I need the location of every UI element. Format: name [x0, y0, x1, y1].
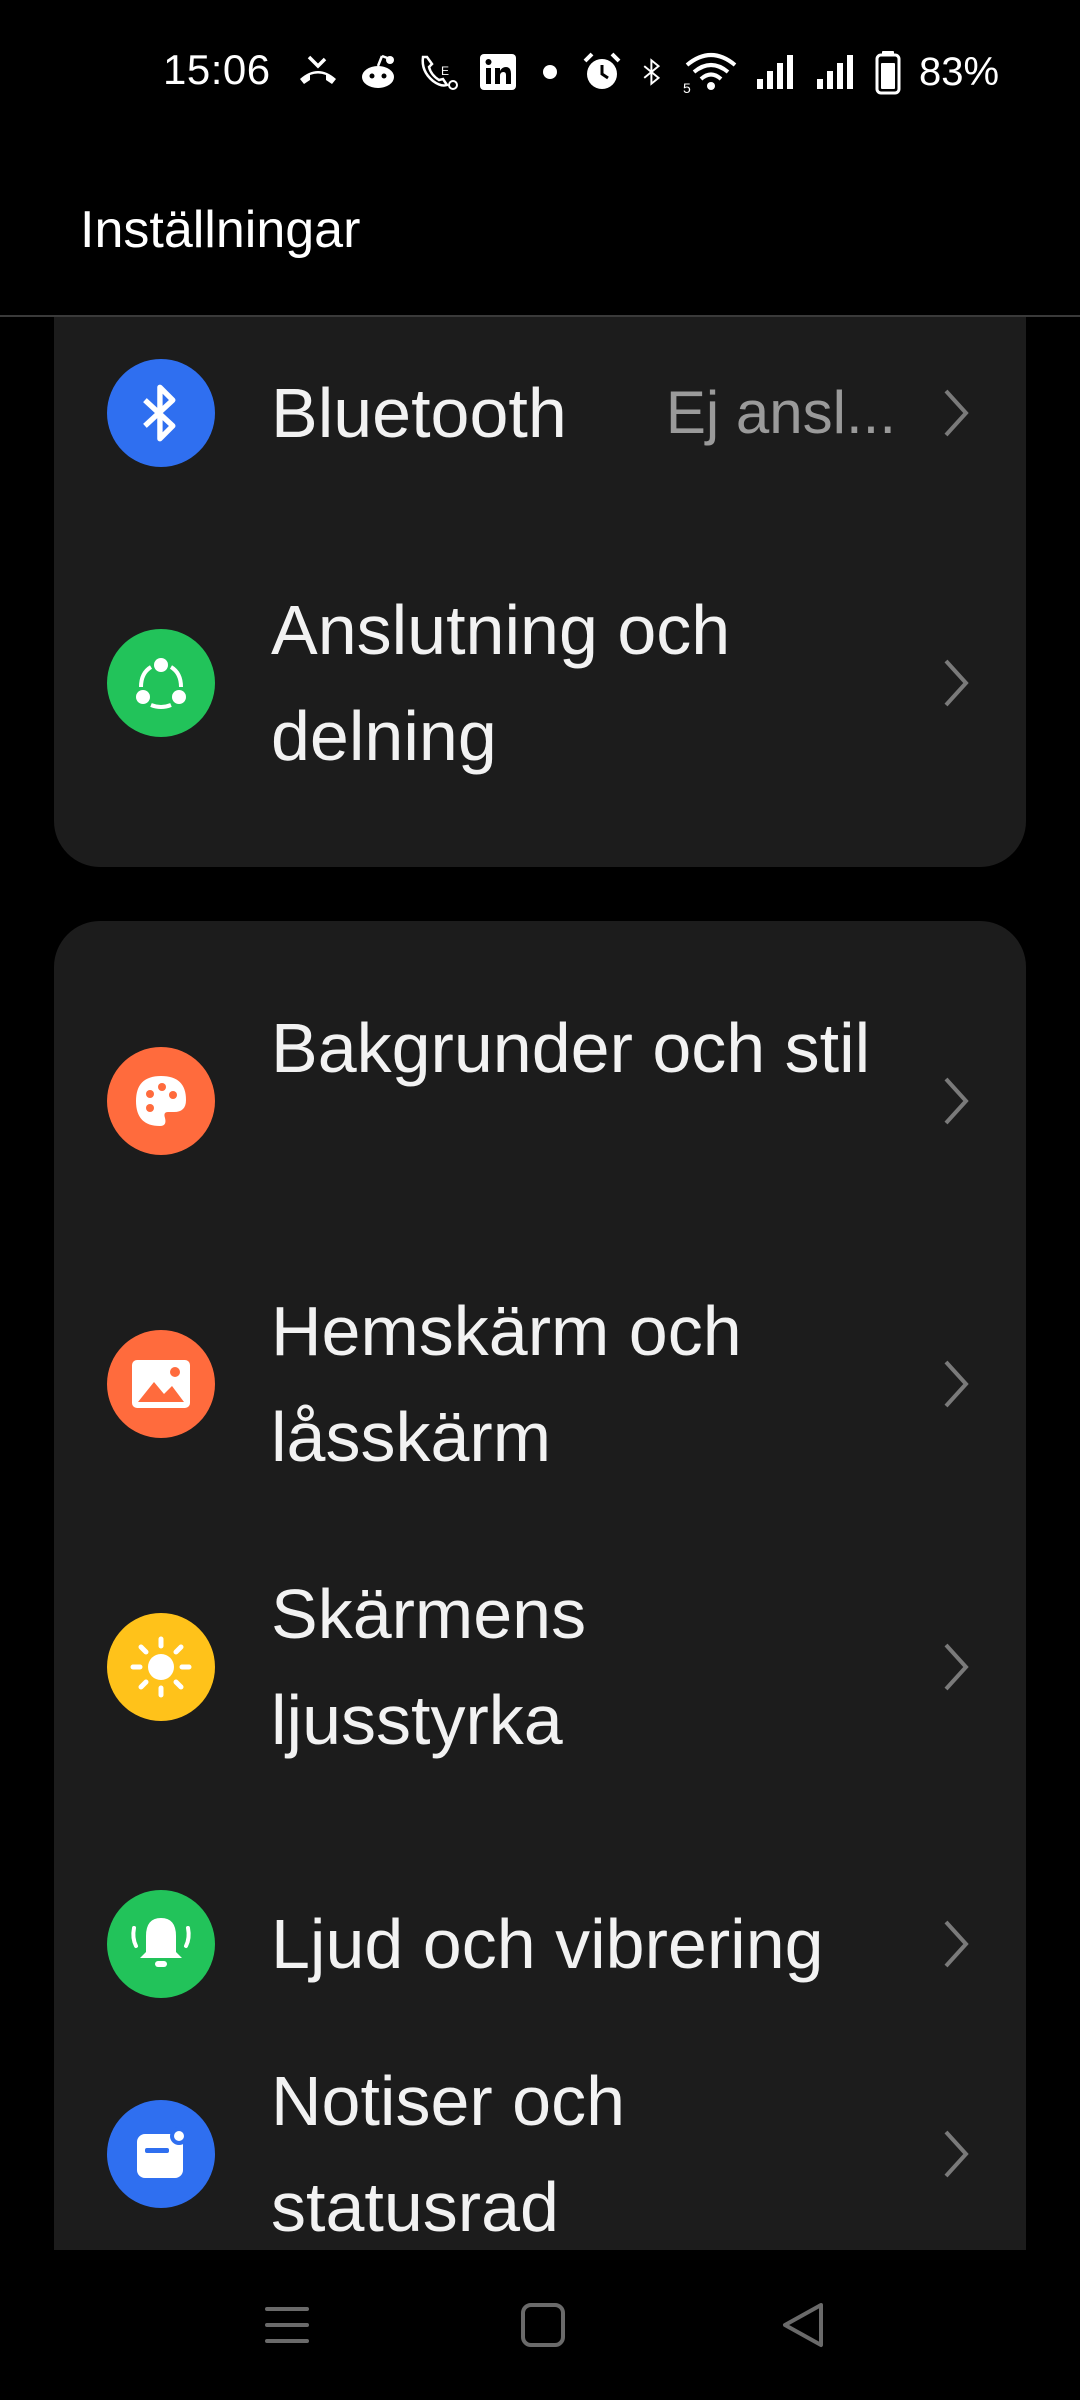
status-time: 15:06 — [163, 46, 271, 93]
chevron-right-icon — [944, 659, 969, 707]
wifi-icon: 5 — [683, 53, 737, 95]
brightness-label: Skärmens ljusstyrka — [271, 1575, 587, 1759]
settings-item-home-lock-screen[interactable]: Hemskärm och låsskärm — [54, 1278, 1026, 1490]
notifications-statusbar-label: Notiser och statusrad — [271, 2062, 626, 2246]
bell-icon — [107, 1890, 215, 1998]
wallpapers-style-label: Bakgrunder och stil — [271, 1009, 871, 1087]
sound-vibration-label: Ljud och vibrering — [271, 1905, 824, 1983]
signal-icon — [757, 55, 793, 89]
notification-dot-icon — [543, 65, 557, 79]
settings-item-sound-vibration[interactable]: Ljud och vibrering — [54, 1890, 1026, 1998]
chevron-right-icon — [944, 389, 969, 437]
call-forward-icon: E — [421, 55, 458, 90]
settings-item-wallpapers-style[interactable]: Bakgrunder och stil — [54, 995, 1026, 1207]
bluetooth-icon — [643, 58, 661, 86]
palette-icon — [107, 1047, 215, 1155]
chevron-right-icon — [944, 1920, 969, 1968]
home-lock-screen-label: Hemskärm och låsskärm — [271, 1292, 742, 1476]
bluetooth-status: Ej ansl... — [665, 379, 896, 446]
notification-icon — [107, 2100, 215, 2208]
chevron-right-icon — [944, 1360, 969, 1408]
settings-item-notifications-statusbar[interactable]: Notiser och statusrad — [54, 2048, 1026, 2251]
signal-icon — [817, 55, 853, 89]
linkedin-icon — [480, 54, 516, 90]
missed-call-icon — [300, 55, 336, 84]
connection-sharing-label: Anslutning och delning — [271, 591, 731, 775]
menu-icon[interactable] — [257, 2295, 317, 2355]
sun-icon — [107, 1613, 215, 1721]
battery-icon — [875, 51, 901, 95]
reddit-icon — [362, 54, 394, 88]
page-title: Inställningar — [80, 201, 361, 259]
bluetooth-icon — [107, 359, 215, 467]
image-icon — [107, 1330, 215, 1438]
settings-item-brightness[interactable]: Skärmens ljusstyrka — [54, 1561, 1026, 1773]
back-icon[interactable] — [773, 2295, 833, 2355]
chevron-right-icon — [944, 1077, 969, 1125]
svg-text:E: E — [441, 64, 449, 78]
svg-text:5: 5 — [683, 80, 691, 95]
home-icon[interactable] — [513, 2295, 573, 2355]
settings-group-display: Bakgrunder och stil Hemskärm och låsskär… — [54, 921, 1026, 2251]
settings-item-connection-sharing[interactable]: Anslutning och delning — [54, 577, 1026, 789]
share-connection-icon — [107, 629, 215, 737]
status-bar: 15:06 E 5 83% — [0, 0, 1080, 150]
navigation-bar — [0, 2250, 1080, 2400]
alarm-icon — [583, 52, 621, 89]
settings-item-bluetooth[interactable]: Bluetooth Ej ansl... — [54, 359, 1026, 467]
chevron-right-icon — [944, 2130, 969, 2178]
status-icons: E 5 83% — [295, 46, 999, 98]
battery-percent: 83% — [919, 49, 1000, 94]
app-bar: Inställningar — [0, 150, 1080, 317]
chevron-right-icon — [944, 1643, 969, 1691]
